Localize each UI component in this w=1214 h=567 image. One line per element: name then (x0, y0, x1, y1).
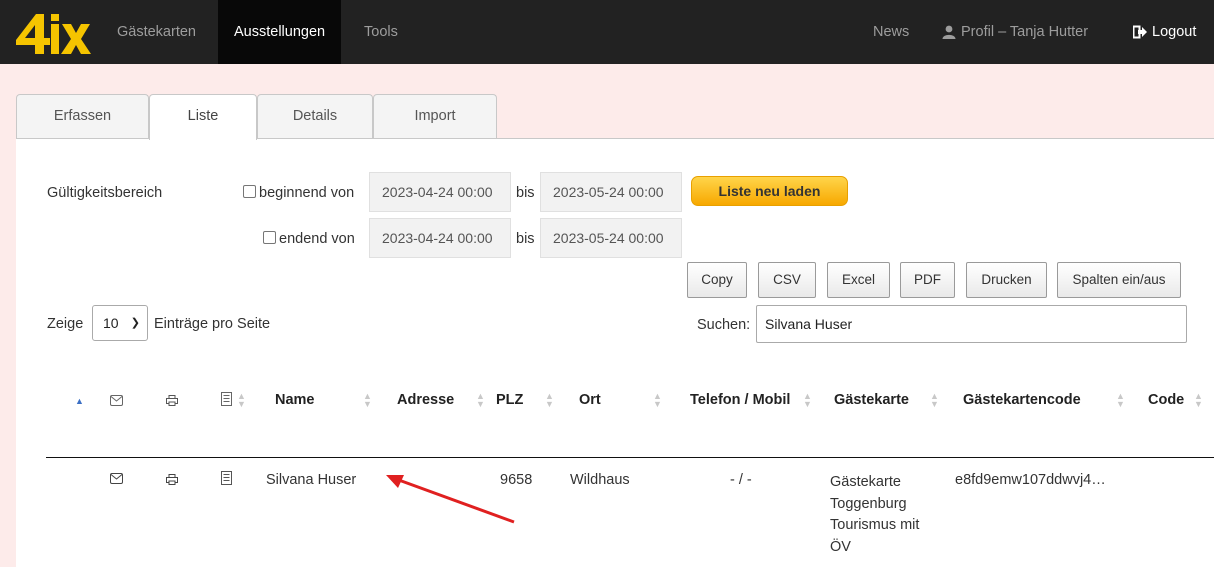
begin-from-field[interactable]: 2023-04-24 00:00 (369, 172, 511, 212)
sort-icon[interactable]: ▲ ▼ (653, 392, 662, 409)
nav-gaestekarten[interactable]: Gästekarten (117, 0, 196, 64)
copy-button[interactable]: Copy (687, 262, 747, 298)
validity-label: Gültigkeitsbereich (47, 185, 163, 201)
length-suffix: Einträge pro Seite (154, 316, 271, 332)
tab-erfassen[interactable]: Erfassen (16, 94, 149, 138)
begin-to-field[interactable]: 2023-05-24 00:00 (540, 172, 682, 212)
bis-label: bis (516, 231, 535, 247)
sort-icon[interactable]: ▲ ▼ (545, 392, 554, 409)
tab-liste[interactable]: Liste (149, 94, 257, 140)
pdf-button[interactable]: PDF (900, 262, 955, 298)
col-header-name[interactable]: Name (275, 392, 315, 408)
tab-import[interactable]: Import (373, 94, 497, 138)
columns-toggle-button[interactable]: Spalten ein/aus (1057, 262, 1181, 298)
sort-icon[interactable]: ▲ ▼ (930, 392, 939, 409)
end-label: endend von (279, 231, 355, 247)
col-header-gaestekartencode[interactable]: Gästekartencode (963, 392, 1081, 408)
cell-gaestekartencode: e8fd9emw107ddwvj4… (955, 472, 1106, 488)
reload-list-button[interactable]: Liste neu laden (691, 176, 848, 206)
nav-logout[interactable]: Logout (1133, 0, 1196, 64)
cell-name: Silvana Huser (266, 472, 357, 488)
sort-icon[interactable]: ▲ ▼ (803, 392, 812, 409)
length-prefix: Zeige (47, 316, 84, 332)
brand-logo[interactable] (14, 10, 94, 58)
excel-button[interactable]: Excel (827, 262, 890, 298)
end-checkbox[interactable]: endend von (263, 231, 355, 247)
sort-icon[interactable]: ▲ ▼ (237, 392, 246, 409)
logout-label: Logout (1152, 24, 1197, 40)
cell-telefon: - / - (730, 472, 752, 488)
user-icon (942, 25, 956, 40)
nav-news[interactable]: News (873, 0, 909, 64)
sort-icon[interactable]: ▲ ▼ (1194, 392, 1203, 409)
nav-tools[interactable]: Tools (364, 0, 398, 64)
logout-icon (1133, 25, 1147, 39)
sort-asc-icon[interactable]: ▲ (75, 396, 84, 406)
annotation-arrow (386, 475, 515, 524)
print-button[interactable]: Drucken (966, 262, 1047, 298)
search-label: Suchen: (697, 317, 751, 333)
table-header-rule (46, 457, 1214, 458)
sort-icon[interactable]: ▲ ▼ (1116, 392, 1125, 409)
begin-label: beginnend von (259, 185, 355, 201)
nav-profile[interactable]: Profil – Tanja Hutter (942, 0, 1088, 64)
chevron-down-icon: ❯ (130, 317, 140, 329)
csv-button[interactable]: CSV (758, 262, 816, 298)
checkbox[interactable] (263, 231, 276, 244)
search-input[interactable]: Silvana Huser (756, 305, 1187, 343)
form-icon[interactable] (221, 471, 232, 485)
end-from-field[interactable]: 2023-04-24 00:00 (369, 218, 511, 258)
sort-icon[interactable]: ▲ ▼ (363, 392, 372, 409)
printer-icon[interactable] (166, 474, 178, 485)
col-header-plz[interactable]: PLZ (496, 392, 523, 408)
envelope-icon (110, 395, 123, 406)
top-navbar: Gästekarten Ausstellungen Tools News Pro… (0, 0, 1214, 64)
cell-gaestekarte: Gästekarte Toggenburg Tourismus mit ÖV (830, 474, 920, 555)
cell-ort: Wildhaus (570, 472, 630, 488)
page-length-select[interactable]: 10 ❯ (92, 305, 148, 341)
col-header-gaestekarte[interactable]: Gästekarte (834, 392, 909, 408)
col-header-adresse[interactable]: Adresse (397, 392, 454, 408)
sort-icon[interactable]: ▲ ▼ (476, 392, 485, 409)
begin-checkbox[interactable]: beginnend von (243, 185, 354, 201)
end-to-field[interactable]: 2023-05-24 00:00 (540, 218, 682, 258)
col-header-code[interactable]: Code (1148, 392, 1184, 408)
page-length-value: 10 (103, 315, 119, 331)
form-icon (221, 392, 232, 406)
bis-label: bis (516, 185, 535, 201)
profile-label: Profil – Tanja Hutter (961, 24, 1089, 40)
col-header-ort[interactable]: Ort (579, 392, 601, 408)
nav-ausstellungen[interactable]: Ausstellungen (218, 0, 342, 64)
checkbox[interactable] (243, 185, 256, 198)
printer-icon (166, 395, 178, 406)
envelope-icon[interactable] (110, 473, 123, 484)
col-header-telefon[interactable]: Telefon / Mobil (690, 392, 790, 408)
tab-details[interactable]: Details (257, 94, 373, 138)
